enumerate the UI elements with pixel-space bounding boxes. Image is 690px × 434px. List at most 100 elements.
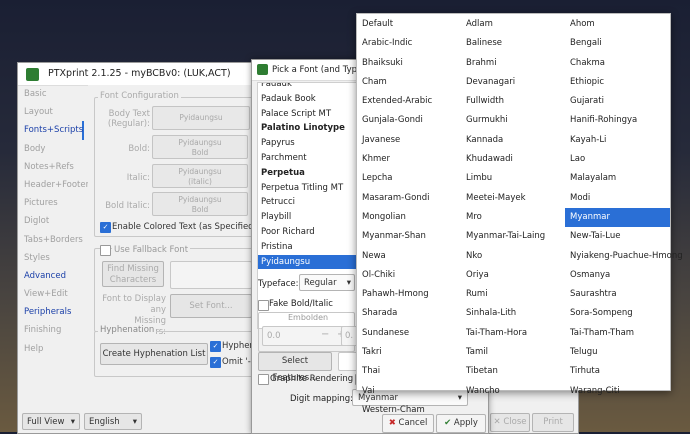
digit-option-malayalam[interactable]: Malayalam: [565, 169, 670, 188]
digit-option-tamil[interactable]: Tamil: [461, 343, 565, 362]
digit-option-tibetan[interactable]: Tibetan: [461, 362, 565, 381]
sidebar-item-diglot[interactable]: Diglot: [18, 212, 84, 230]
digit-option-balinese[interactable]: Balinese: [461, 34, 565, 53]
digit-option-warang-citi[interactable]: Warang-Citi: [565, 382, 670, 401]
digit-option-meetei-mayek[interactable]: Meetei-Mayek: [461, 189, 565, 208]
font-list-item[interactable]: Playbill: [258, 210, 358, 225]
font-list-item[interactable]: Petrucci: [258, 195, 358, 210]
bold-font-button[interactable]: Pyidaungsu Bold: [152, 135, 248, 159]
bold-italic-font-button[interactable]: Pyidaungsu Bold: [152, 192, 248, 216]
digit-option-fullwidth[interactable]: Fullwidth: [461, 92, 565, 111]
missing-chars-field[interactable]: [170, 261, 252, 289]
sidebar-item-fonts-scripts[interactable]: Fonts+Scripts: [18, 121, 84, 140]
create-hyphenation-button[interactable]: Create Hyphenation List: [100, 343, 208, 365]
digit-option-sinhala-lith[interactable]: Sinhala-Lith: [461, 304, 565, 323]
digit-option-devanagari[interactable]: Devanagari: [461, 73, 565, 92]
digit-option-limbu[interactable]: Limbu: [461, 169, 565, 188]
font-list-item[interactable]: Padauk: [258, 83, 358, 92]
digit-option-saurashtra[interactable]: Saurashtra: [565, 285, 670, 304]
digit-option-ahom[interactable]: Ahom: [565, 15, 670, 34]
hyphenate-checkbox[interactable]: ✓: [210, 341, 221, 352]
digit-option-myanmar-shan[interactable]: Myanmar-Shan: [357, 227, 461, 246]
digit-option-hanifi-rohingya[interactable]: Hanifi-Rohingya: [565, 111, 670, 130]
colored-text-checkbox[interactable]: ✓: [100, 222, 111, 233]
omit-hyphen-checkbox[interactable]: ✓: [210, 357, 221, 368]
digit-option-rumi[interactable]: Rumi: [461, 285, 565, 304]
digit-option-default[interactable]: Default: [357, 15, 461, 34]
digit-option-tirhuta[interactable]: Tirhuta: [565, 362, 670, 381]
digit-option-kayah-li[interactable]: Kayah-Li: [565, 131, 670, 150]
digit-option-masaram-gondi[interactable]: Masaram-Gondi: [357, 189, 461, 208]
view-select[interactable]: Full View ▾: [22, 413, 80, 430]
find-missing-button[interactable]: Find Missing Characters: [102, 261, 164, 287]
digit-option-bengali[interactable]: Bengali: [565, 34, 670, 53]
graphite-checkbox[interactable]: [258, 374, 269, 385]
digit-option-sora-sompeng[interactable]: Sora-Sompeng: [565, 304, 670, 323]
digit-option-kannada[interactable]: Kannada: [461, 131, 565, 150]
close-button[interactable]: ✕ Close: [490, 413, 530, 432]
font-list-item[interactable]: Papyrus: [258, 136, 358, 151]
digit-option-telugu[interactable]: Telugu: [565, 343, 670, 362]
minus-icon[interactable]: −: [321, 329, 329, 340]
set-font-button[interactable]: Set Font...: [170, 294, 252, 318]
font-list-item[interactable]: Palace Script MT: [258, 107, 358, 122]
digit-option-bhaiksuki[interactable]: Bhaiksuki: [357, 54, 461, 73]
font-list-item[interactable]: Parchment: [258, 151, 358, 166]
digit-option-sharada[interactable]: Sharada: [357, 304, 461, 323]
digit-option-extended-arabic[interactable]: Extended-Arabic: [357, 92, 461, 111]
digit-option-vai[interactable]: Vai: [357, 382, 461, 401]
digit-option-nyiakeng-puachue-hmong[interactable]: Nyiakeng-Puachue-Hmong: [565, 247, 683, 266]
digit-option-myanmar-tai-laing[interactable]: Myanmar-Tai-Laing: [461, 227, 565, 246]
digit-option-nko[interactable]: Nko: [461, 247, 565, 266]
digit-option-adlam[interactable]: Adlam: [461, 15, 565, 34]
sidebar-item-view-edit[interactable]: View+Edit: [18, 285, 84, 303]
digit-option-arabic-indic[interactable]: Arabic-Indic: [357, 34, 461, 53]
digit-option-wancho[interactable]: Wancho: [461, 382, 565, 401]
print-button[interactable]: Print: [532, 413, 574, 432]
digit-option-new-tai-lue[interactable]: New-Tai-Lue: [565, 227, 670, 246]
digit-option-lao[interactable]: Lao: [565, 150, 670, 169]
digit-option-modi[interactable]: Modi: [565, 189, 670, 208]
fallback-checkbox[interactable]: [100, 245, 111, 256]
digit-option-tai-tham-tham[interactable]: Tai-Tham-Tham: [565, 324, 670, 343]
typeface-select[interactable]: Regular ▾: [299, 274, 355, 291]
digit-option-ol-chiki[interactable]: Ol-Chiki: [357, 266, 461, 285]
font-list-item[interactable]: Pyidaungsu: [258, 254, 358, 270]
sidebar-item-pictures[interactable]: Pictures: [18, 194, 84, 212]
digit-option-mongolian[interactable]: Mongolian: [357, 208, 461, 227]
digit-option-myanmar[interactable]: Myanmar: [565, 207, 670, 228]
font-list-item[interactable]: Perpetua Titling MT: [258, 181, 358, 196]
digit-option-gujarati[interactable]: Gujarati: [565, 92, 670, 111]
body-font-button[interactable]: Pyidaungsu: [152, 106, 250, 130]
sidebar-item-header-footer[interactable]: Header+Footer: [18, 176, 89, 194]
digit-option-thai[interactable]: Thai: [357, 362, 461, 381]
digit-option-newa[interactable]: Newa: [357, 247, 461, 266]
sidebar-item-notes-refs[interactable]: Notes+Refs: [18, 158, 84, 176]
digit-option-chakma[interactable]: Chakma: [565, 54, 670, 73]
font-list-item[interactable]: Palatino Linotype: [258, 121, 358, 136]
sidebar-item-styles[interactable]: Styles: [18, 249, 84, 267]
sidebar-item-basic[interactable]: Basic: [18, 85, 84, 103]
digit-option-pahawh-hmong[interactable]: Pahawh-Hmong: [357, 285, 461, 304]
language-select[interactable]: English ▾: [84, 413, 142, 430]
digit-option-gunjala-gondi[interactable]: Gunjala-Gondi: [357, 111, 461, 130]
digit-option-lepcha[interactable]: Lepcha: [357, 169, 461, 188]
sidebar-item-body[interactable]: Body: [18, 140, 84, 158]
digit-option-ethiopic[interactable]: Ethiopic: [565, 73, 670, 92]
fake-bold-checkbox[interactable]: [258, 300, 269, 311]
digit-option-tai-tham-hora[interactable]: Tai-Tham-Hora: [461, 324, 565, 343]
sidebar-item-tabs-borders[interactable]: Tabs+Borders: [18, 231, 84, 249]
font-list-item[interactable]: Perpetua: [258, 166, 358, 181]
sidebar-item-help[interactable]: Help: [18, 340, 84, 358]
digit-option-osmanya[interactable]: Osmanya: [565, 266, 670, 285]
digit-option-javanese[interactable]: Javanese: [357, 131, 461, 150]
digit-option-khudawadi[interactable]: Khudawadi: [461, 150, 565, 169]
digit-option-mro[interactable]: Mro: [461, 208, 565, 227]
digit-option-sundanese[interactable]: Sundanese: [357, 324, 461, 343]
font-list-item[interactable]: Padauk Book: [258, 92, 358, 107]
digit-option-gurmukhi[interactable]: Gurmukhi: [461, 111, 565, 130]
digit-option-brahmi[interactable]: Brahmi: [461, 54, 565, 73]
embolden-spin[interactable]: 0.0 − +: [262, 326, 350, 346]
sidebar-item-finishing[interactable]: Finishing: [18, 321, 84, 339]
font-list-item[interactable]: Poor Richard: [258, 225, 358, 240]
